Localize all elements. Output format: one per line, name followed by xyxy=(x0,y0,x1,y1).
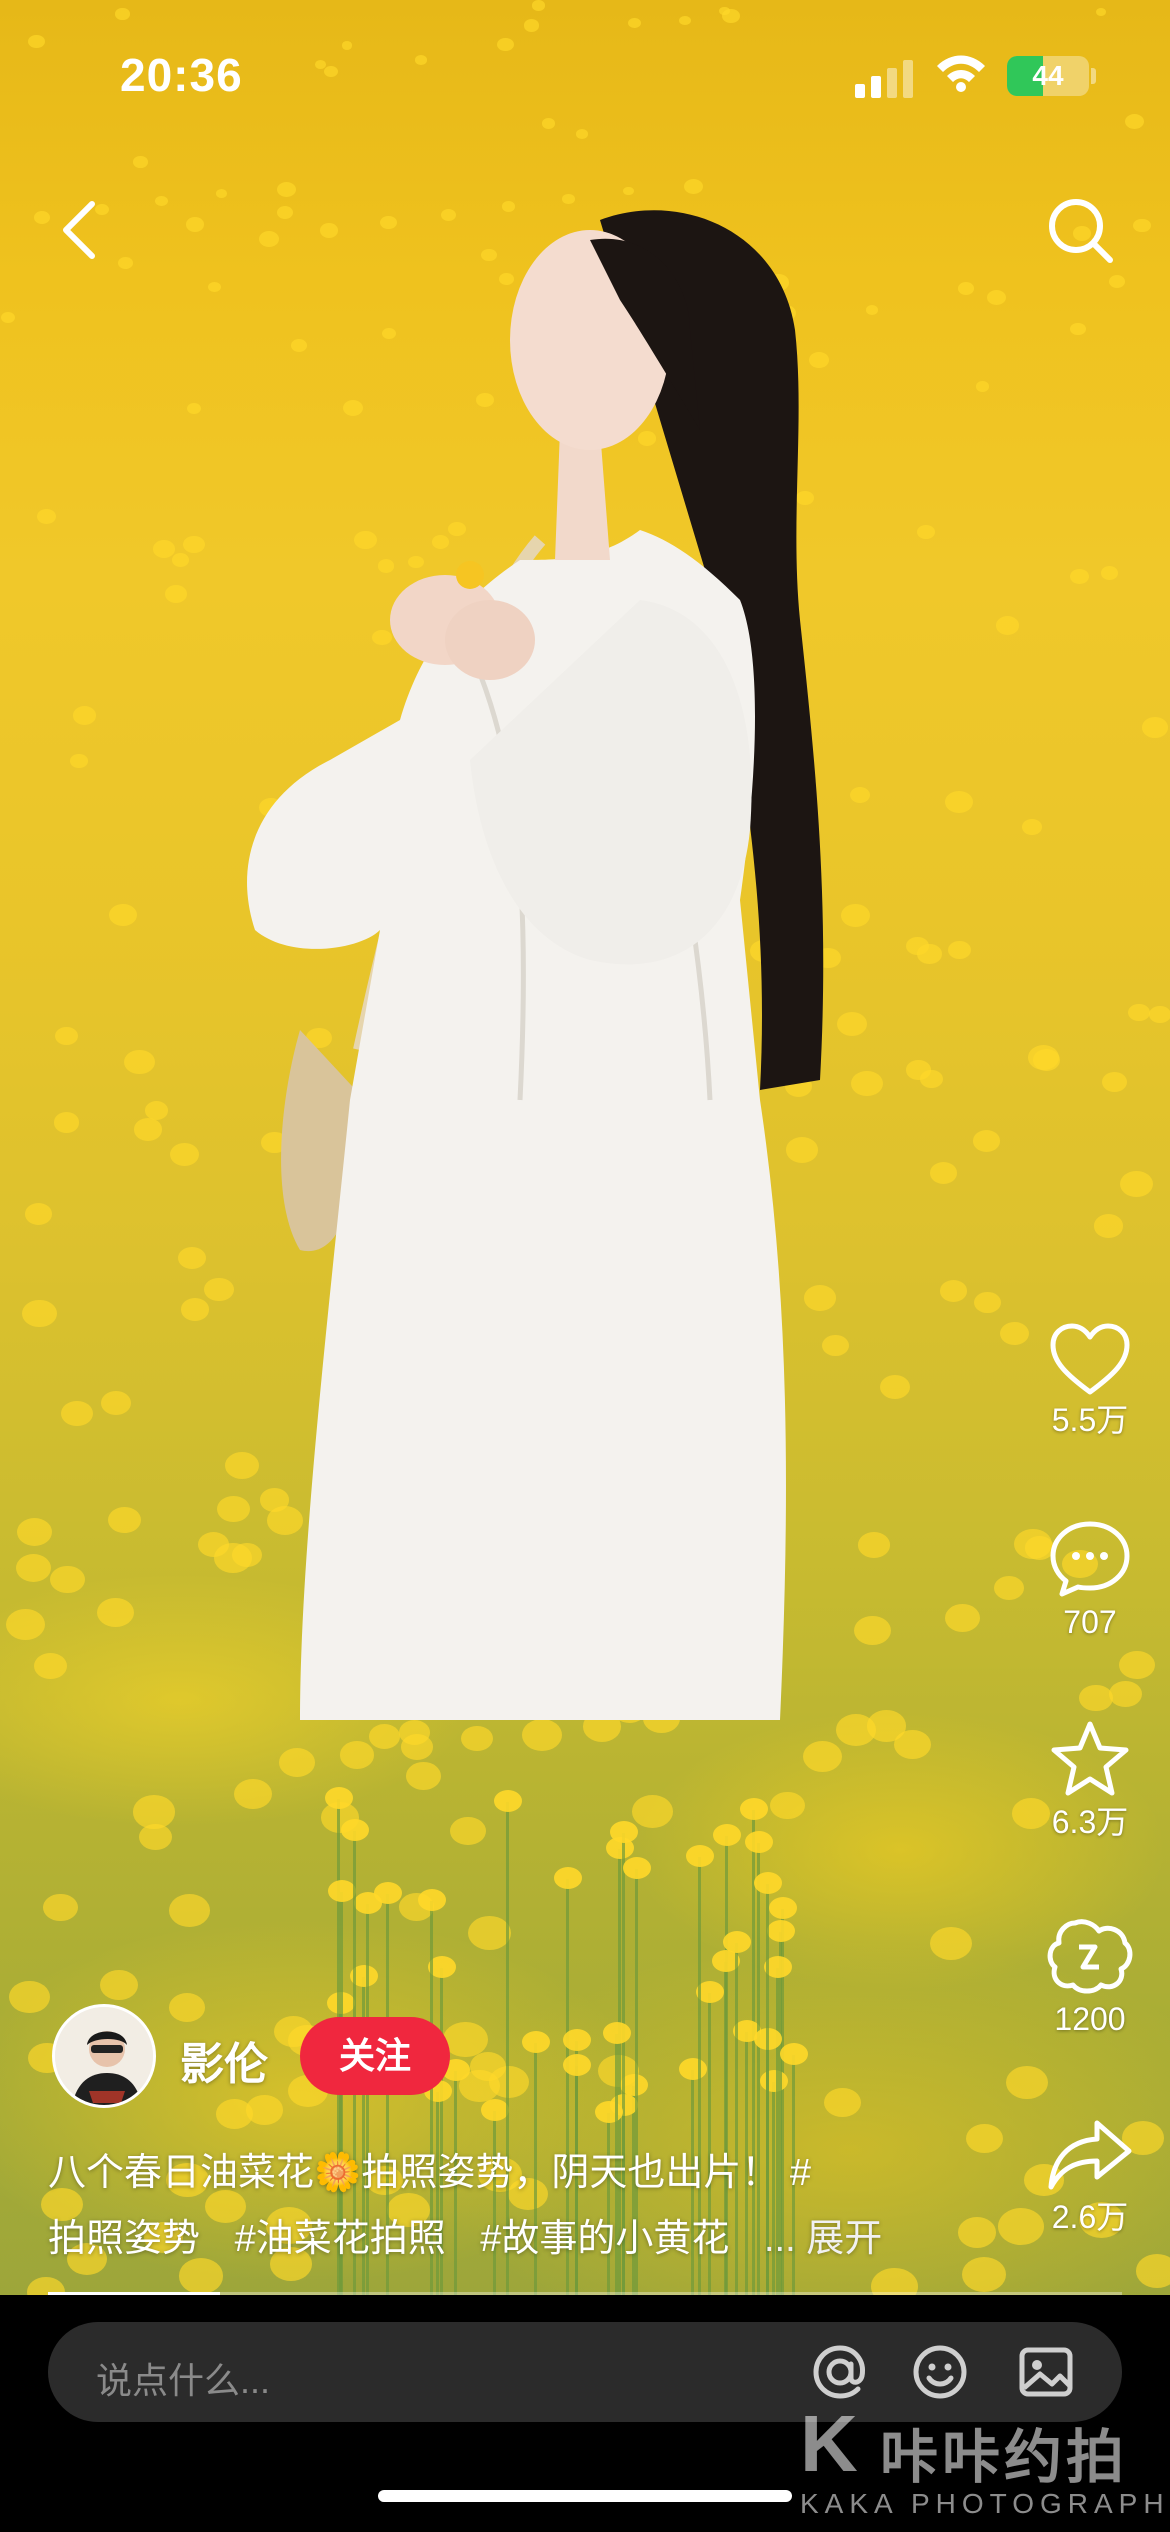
status-time: 20:36 xyxy=(120,49,243,101)
hashtag[interactable]: 拍照姿势 xyxy=(48,2218,200,2260)
caption-line-1: 八个春日油菜花🌼拍照姿势，阴天也出片！ # xyxy=(48,2152,812,2194)
flower-blossom xyxy=(780,2042,809,2065)
mention-icon[interactable] xyxy=(808,2340,872,2404)
hashtag[interactable]: #故事的小黄花 xyxy=(480,2218,729,2260)
battery-level: 44 xyxy=(1032,60,1064,91)
comment-button[interactable]: 707 xyxy=(1030,1518,1150,1640)
flower-blossom xyxy=(609,1821,638,1844)
flower-blossom xyxy=(522,2030,551,2053)
status-bar: 20:36 44 xyxy=(0,0,1170,150)
flower-blossom xyxy=(562,2054,591,2077)
flower-blossom xyxy=(340,1819,369,1842)
follow-button[interactable]: 关注 xyxy=(300,2017,450,2095)
battery-cap xyxy=(1091,68,1096,84)
flower-blossom xyxy=(494,1789,523,1812)
emoji-icon[interactable] xyxy=(908,2340,972,2404)
flower-blossom xyxy=(686,1844,715,1867)
remix-count: 1200 xyxy=(1054,2001,1126,2037)
watermark-logo: K xyxy=(800,2399,858,2488)
flower-blossom xyxy=(768,1897,797,1920)
home-indicator[interactable] xyxy=(378,2490,792,2502)
flower-blossom xyxy=(417,1889,446,1912)
flower-blossom xyxy=(622,1856,651,1879)
comment-input[interactable]: 说点什么... xyxy=(48,2322,1122,2422)
comment-count: 707 xyxy=(1063,1604,1117,1640)
expand-link[interactable]: ... 展开 xyxy=(764,2218,882,2260)
flower-blossom xyxy=(739,1797,768,1820)
star-icon xyxy=(1051,1721,1129,1796)
cellular-signal-icon xyxy=(855,60,913,98)
chevron-left-icon[interactable] xyxy=(52,190,112,270)
like-count: 5.5万 xyxy=(1051,1402,1129,1438)
favorite-button[interactable]: 6.3万 xyxy=(1030,1718,1150,1840)
flower-blossom xyxy=(713,1823,742,1846)
watermark-subtitle: KAKA PHOTOGRAPH xyxy=(800,2488,1170,2519)
caption-line-2: 拍照姿势 #油菜花拍照 #故事的小黄花 ... 展开 xyxy=(48,2206,948,2272)
search-icon[interactable] xyxy=(1040,190,1120,270)
like-button[interactable]: 5.5万 xyxy=(1030,1320,1150,1438)
woman-in-white-dress xyxy=(247,210,824,1720)
flower-blossom xyxy=(562,2029,591,2052)
wifi-icon xyxy=(937,55,985,92)
watermark-title: 咔咔约拍 xyxy=(880,2425,1129,2490)
remix-button[interactable]: 1200 xyxy=(1030,1915,1150,2037)
battery-icon: 44 xyxy=(1007,56,1089,96)
image-picker-icon[interactable] xyxy=(1014,2340,1078,2404)
post-caption[interactable]: 八个春日油菜花🌼拍照姿势，阴天也出片！ # 拍照姿势 #油菜花拍照 #故事的小黄… xyxy=(48,2140,948,2272)
comment-placeholder: 说点什么... xyxy=(96,2360,271,2401)
remix-icon xyxy=(1047,1919,1133,1994)
share-button[interactable]: 2.6万 xyxy=(1030,2115,1150,2235)
flower-blossom xyxy=(678,2058,707,2081)
author-avatar[interactable] xyxy=(52,2004,156,2108)
heart-icon xyxy=(1050,1323,1130,1395)
share-count: 2.6万 xyxy=(1051,2199,1129,2235)
flower-blossom xyxy=(766,1919,795,1942)
flower-blossom xyxy=(602,2022,631,2045)
flower-blossom xyxy=(353,1892,382,1915)
share-arrow-icon xyxy=(1048,2120,1132,2190)
hashtag[interactable]: #油菜花拍照 xyxy=(235,2218,446,2260)
post-photo[interactable] xyxy=(0,0,1170,2295)
favorite-count: 6.3万 xyxy=(1051,1804,1129,1840)
flower-blossom xyxy=(744,1830,773,1853)
comment-bubble-icon xyxy=(1050,1521,1130,1597)
author-name[interactable]: 影伦 xyxy=(180,2028,268,2092)
